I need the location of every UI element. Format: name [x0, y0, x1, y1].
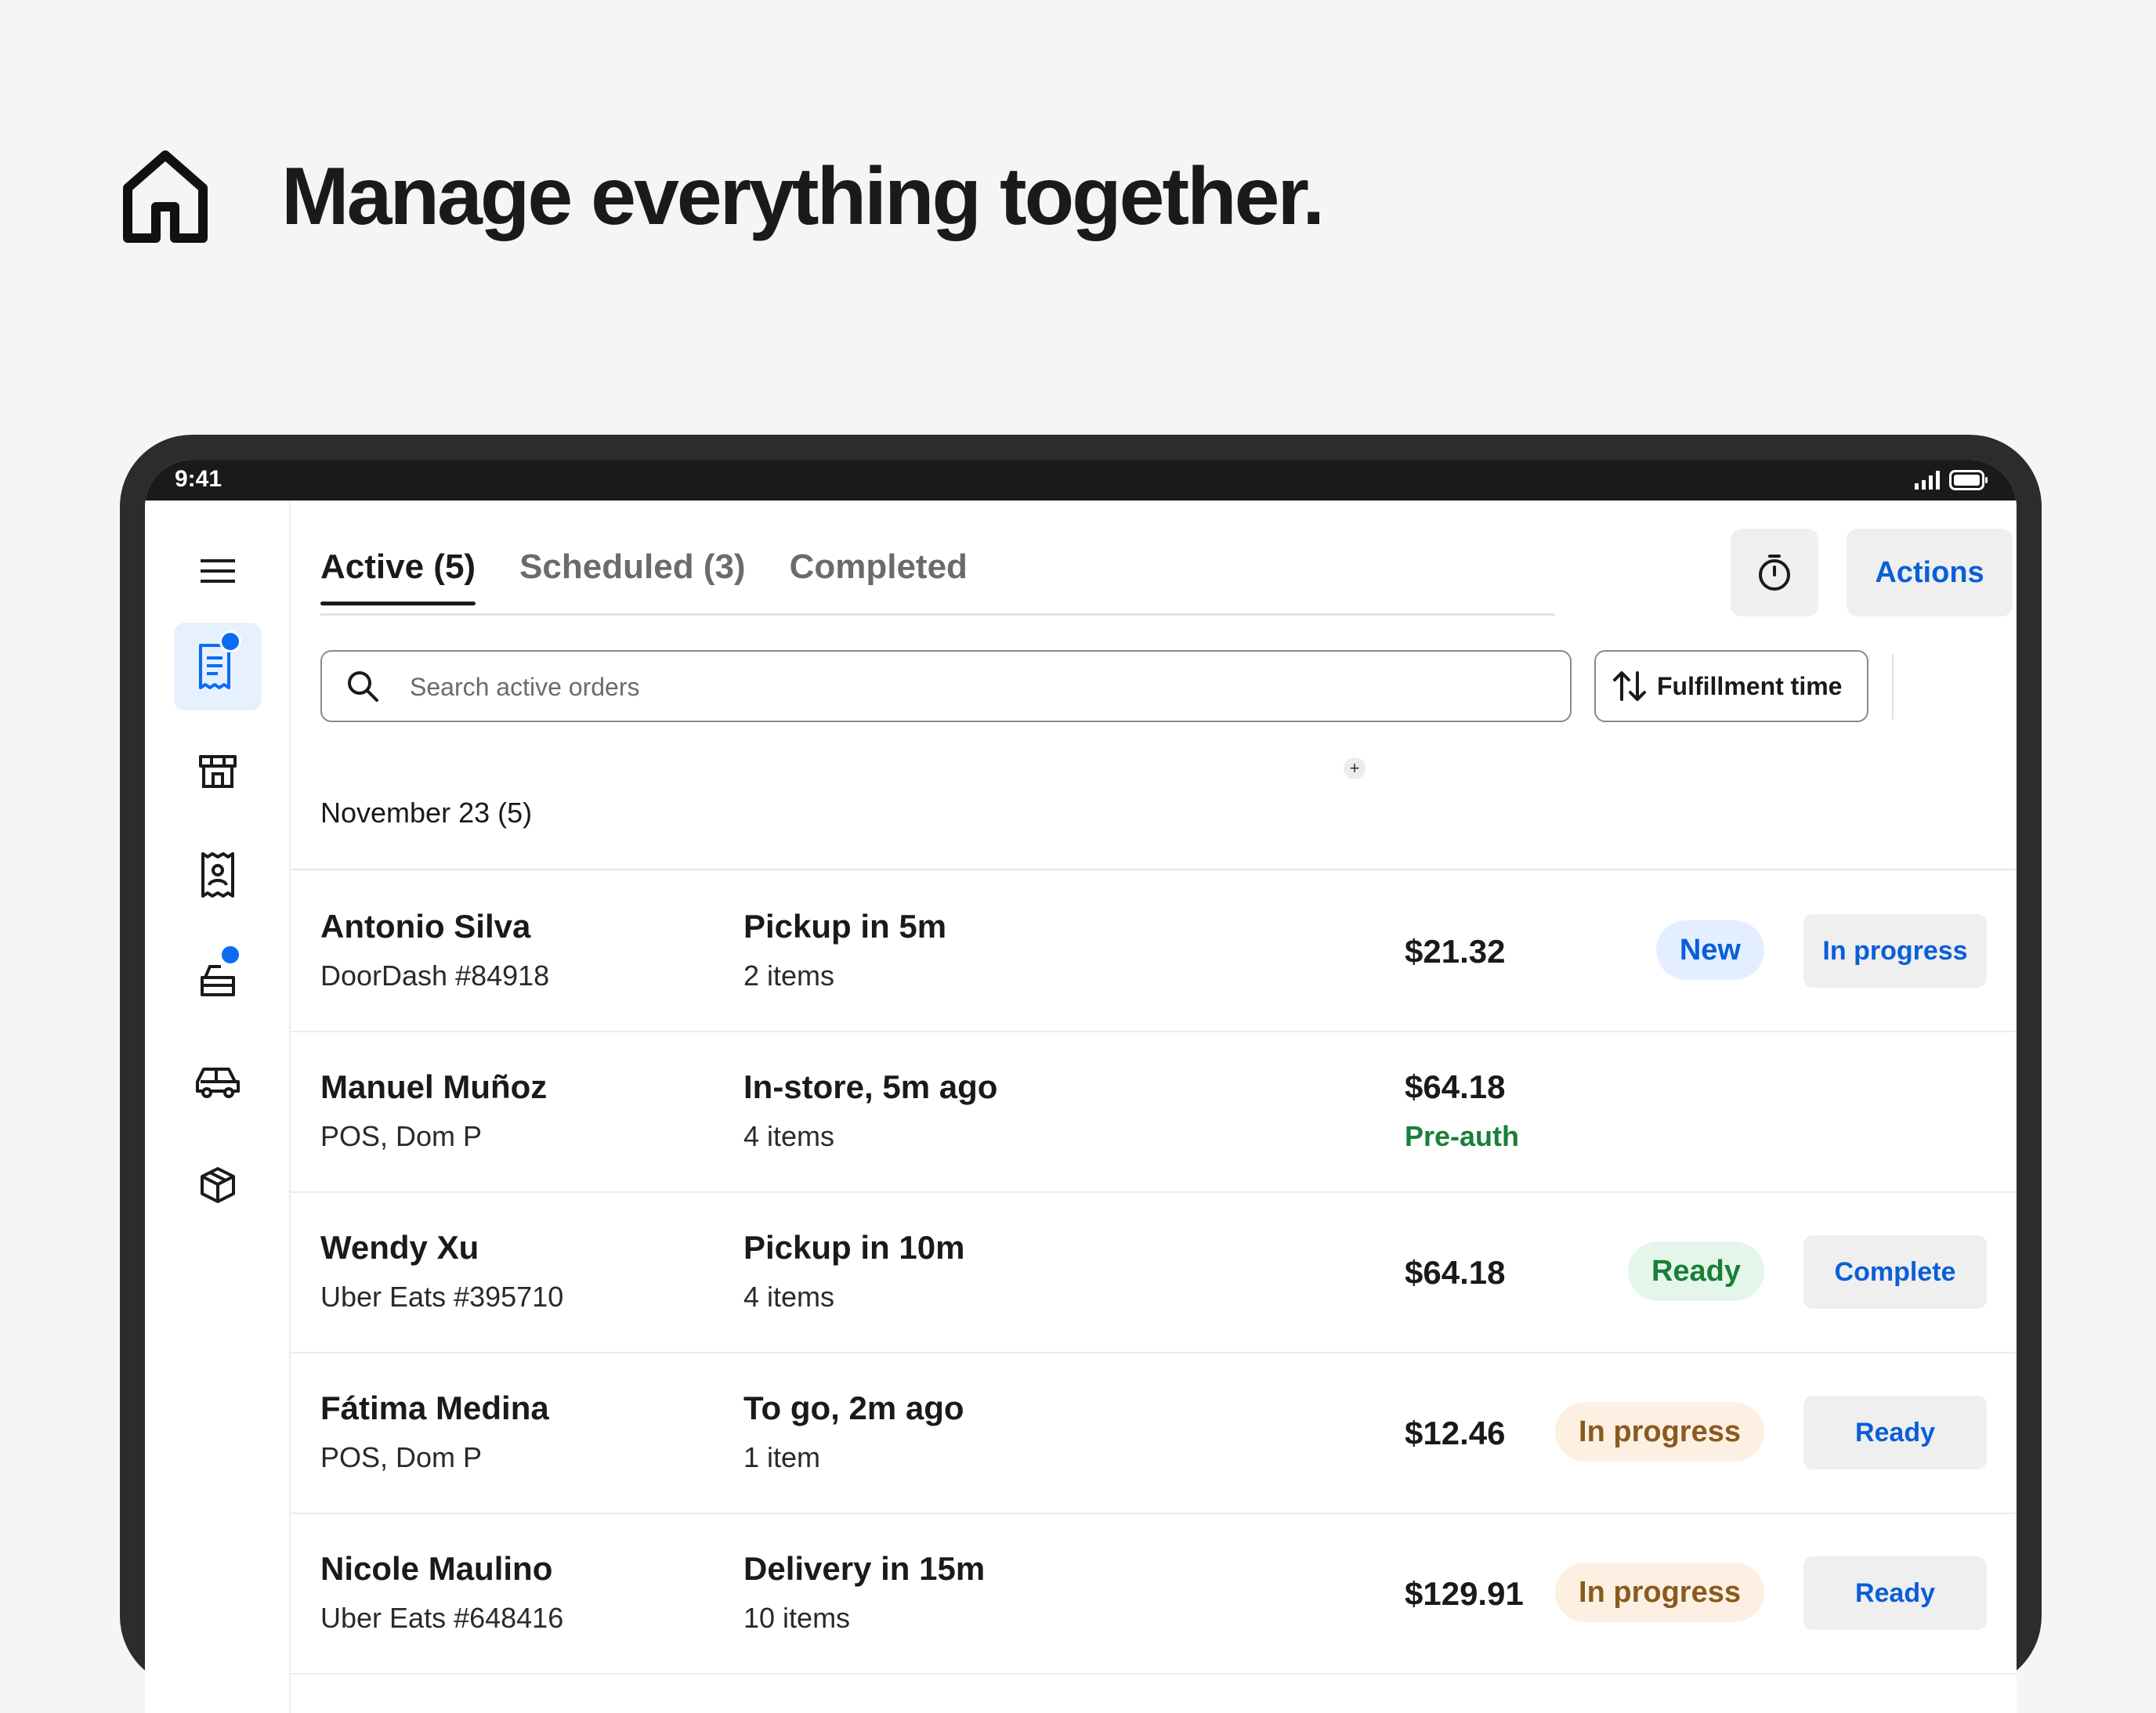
hero: Manage everything together. [121, 149, 1325, 244]
tabs-divider [320, 613, 1554, 616]
fulfillment-status: In-store, 5m ago [743, 1068, 998, 1105]
tab-scheduled[interactable]: Scheduled (3) [519, 548, 746, 604]
toolbar-divider [1892, 654, 1894, 720]
orders-panel: Active (5) Scheduled (3) Completed Actio… [291, 501, 2017, 1713]
sidebar-nav [145, 501, 291, 1713]
sidebar-item-delivery[interactable] [174, 934, 262, 1022]
item-count: 4 items [743, 1120, 835, 1152]
advance-status-button[interactable]: Complete [1803, 1235, 1987, 1309]
sort-arrows-icon [1613, 671, 1646, 701]
advance-status-button[interactable]: Ready [1803, 1396, 1987, 1469]
order-row[interactable]: Wendy Xu Uber Eats #395710 Pickup in 10m… [291, 1191, 2017, 1353]
search-field[interactable] [320, 650, 1572, 722]
sidebar-item-customers[interactable] [174, 831, 262, 919]
search-input[interactable] [408, 652, 1539, 722]
small-plus-icon: + [1344, 757, 1366, 779]
fulfillment-status: To go, 2m ago [743, 1390, 964, 1426]
sidebar-item-menu[interactable] [174, 527, 262, 615]
status-badge: In progress [1555, 1563, 1764, 1622]
item-count: 4 items [743, 1281, 835, 1313]
status-badge: New [1655, 920, 1764, 980]
order-total: $129.91 [1405, 1575, 1524, 1612]
tablet-screen: 9:41 Active (5) Scheduled (3) Completed … [145, 460, 2017, 1713]
tablet-frame: 9:41 Active (5) Scheduled (3) Completed … [120, 435, 2042, 1713]
car-icon [196, 1068, 240, 1098]
status-badge: Ready [1627, 1241, 1764, 1301]
search-icon [348, 671, 378, 702]
order-source: Uber Eats #648416 [320, 1602, 564, 1634]
notification-dot [219, 944, 241, 966]
sort-button[interactable]: Fulfillment time [1594, 650, 1868, 722]
order-source: POS, Dom P [320, 1120, 483, 1152]
storefront-icon [199, 755, 237, 788]
sidebar-item-store[interactable] [174, 728, 262, 815]
home-icon [123, 150, 208, 243]
signal-icon [1915, 471, 1940, 490]
order-tabs: Active (5) Scheduled (3) Completed [320, 548, 1011, 605]
payment-note: Pre-auth [1405, 1120, 1520, 1152]
fulfillment-status: Pickup in 5m [743, 908, 947, 945]
order-total: $64.18 [1405, 1068, 1506, 1105]
order-source: POS, Dom P [320, 1441, 483, 1473]
item-count: 2 items [743, 959, 835, 992]
status-bar: 9:41 [145, 460, 2017, 501]
fulfillment-status: Delivery in 15m [743, 1550, 986, 1587]
order-total: $21.32 [1405, 933, 1506, 970]
notification-dot [219, 631, 241, 652]
hero-title: Manage everything together. [281, 151, 1325, 242]
order-source: Uber Eats #395710 [320, 1281, 564, 1313]
actions-button[interactable]: Actions [1847, 529, 2013, 616]
order-row[interactable]: Nicole Maulino Uber Eats #648416 Deliver… [291, 1512, 2017, 1675]
tab-active[interactable]: Active (5) [320, 548, 476, 605]
box-icon [201, 1167, 235, 1203]
order-total: $12.46 [1405, 1415, 1506, 1451]
advance-status-button[interactable]: In progress [1803, 914, 1987, 988]
battery-icon [1949, 470, 1988, 490]
sidebar-item-orders[interactable] [174, 623, 262, 710]
sidebar-item-vehicles[interactable] [174, 1038, 262, 1126]
stopwatch-icon [1759, 555, 1790, 591]
order-row[interactable]: Manuel Muñoz POS, Dom P In-store, 5m ago… [291, 1031, 2017, 1193]
fulfillment-status: Pickup in 10m [743, 1229, 965, 1266]
sidebar-item-items[interactable] [174, 1141, 262, 1229]
order-source: DoorDash #84918 [320, 959, 550, 992]
order-row[interactable]: Antonio Silva DoorDash #84918 Pickup in … [291, 870, 2017, 1032]
customer-name: Wendy Xu [320, 1229, 479, 1266]
order-row[interactable]: Fátima Medina POS, Dom P To go, 2m ago 1… [291, 1352, 2017, 1514]
order-total: $64.18 [1405, 1254, 1506, 1291]
item-count: 1 item [743, 1441, 821, 1473]
advance-status-button[interactable]: Ready [1803, 1556, 1987, 1630]
customer-name: Manuel Muñoz [320, 1068, 548, 1105]
timer-button[interactable] [1731, 529, 1818, 616]
status-badge: In progress [1555, 1402, 1764, 1462]
customer-name: Antonio Silva [320, 908, 531, 945]
hamburger-icon [201, 559, 235, 583]
customer-name: Fátima Medina [320, 1390, 549, 1426]
date-group-heading: November 23 (5) [320, 797, 533, 829]
customer-receipt-icon [201, 852, 234, 898]
item-count: 10 items [743, 1602, 851, 1634]
tab-completed[interactable]: Completed [790, 548, 968, 604]
status-time: 9:41 [175, 466, 222, 492]
customer-name: Nicole Maulino [320, 1550, 553, 1587]
sort-label: Fulfillment time [1657, 671, 1843, 700]
